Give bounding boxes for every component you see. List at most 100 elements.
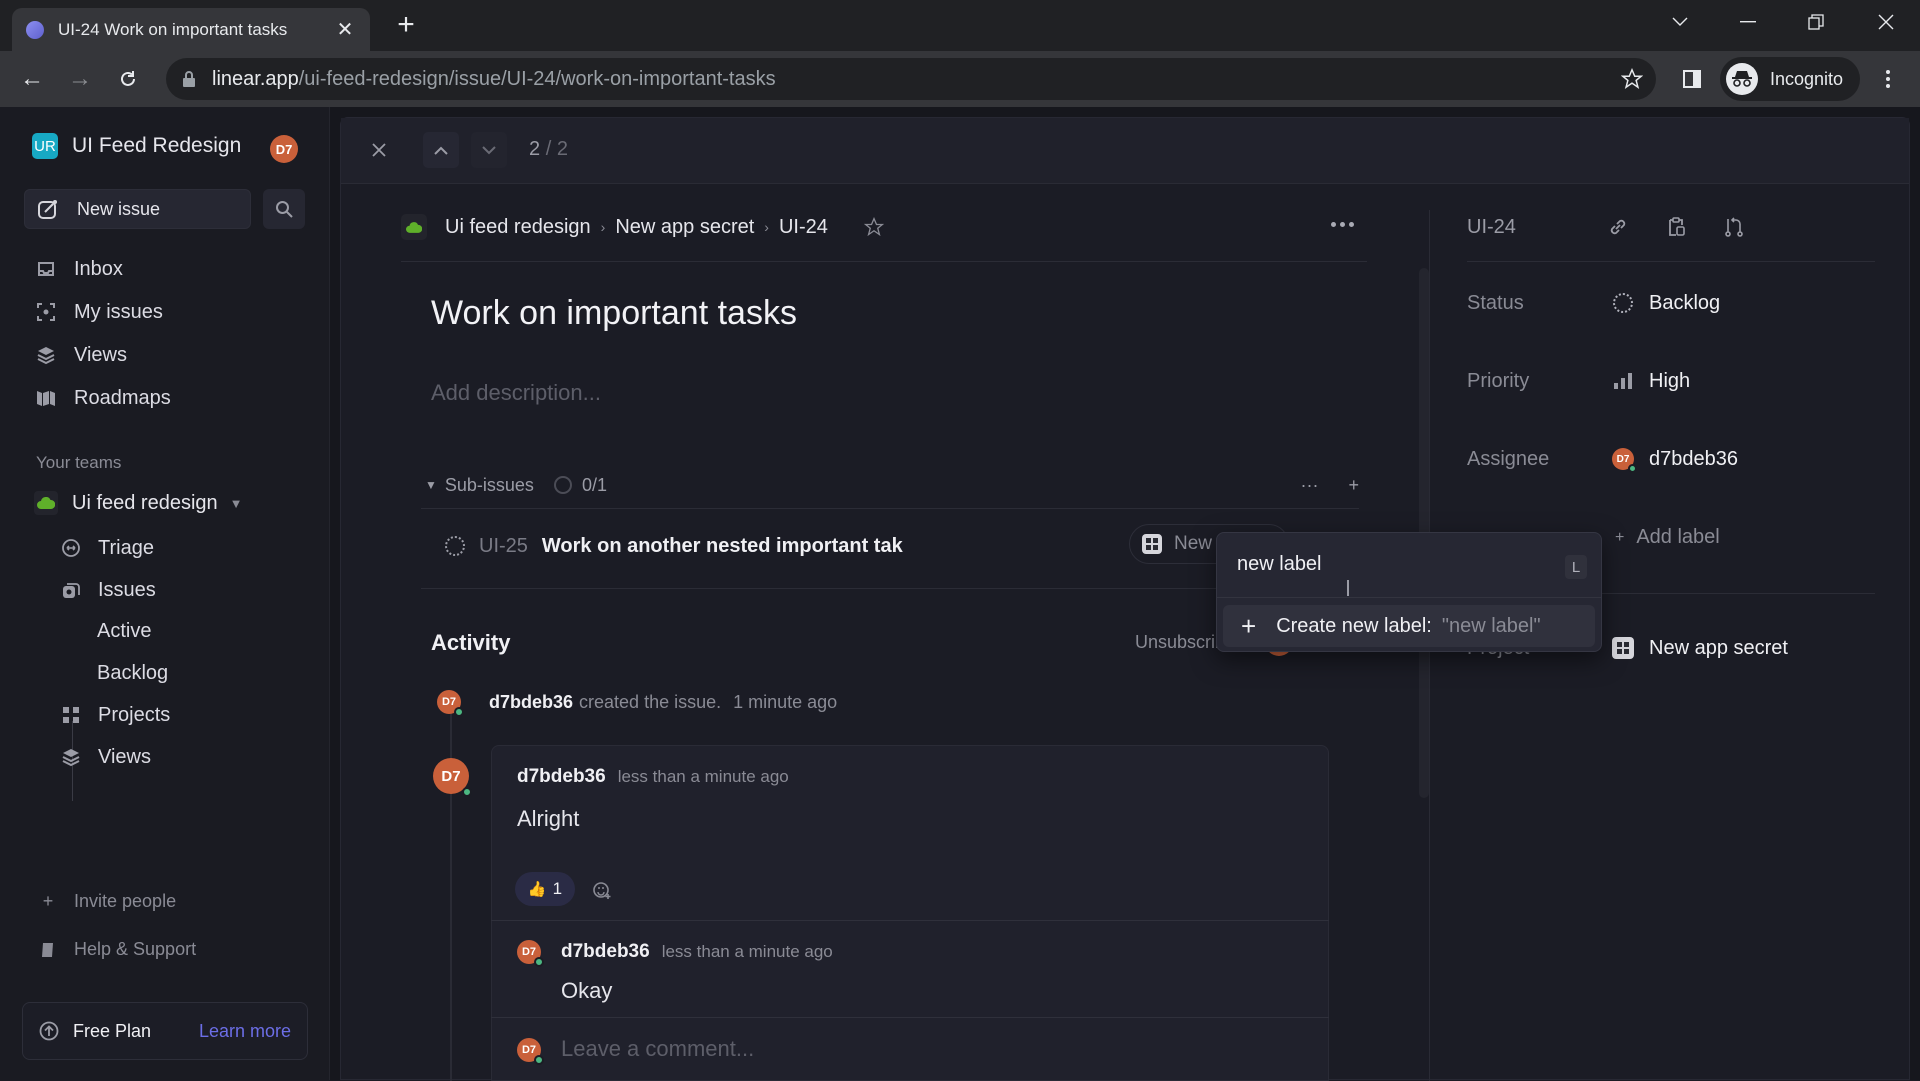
tab-search-chevron-icon[interactable] (1660, 8, 1700, 36)
add-reaction-icon[interactable] (587, 875, 617, 905)
restore-window-button[interactable] (1796, 8, 1836, 36)
close-tab-icon[interactable]: ✕ (334, 19, 356, 41)
learn-more-link[interactable]: Learn more (199, 1021, 291, 1042)
label-search-input[interactable]: new label (1237, 553, 1322, 576)
upgrade-arrow-icon (39, 1021, 59, 1041)
new-issue-button[interactable]: New issue (24, 189, 251, 229)
sidebar: UR UI Feed Redesign D7 New issue Inbox M… (0, 107, 330, 1080)
browser-toolbar: ← → linear.app/ui-feed-redesign/issue/UI… (0, 51, 1920, 107)
back-button[interactable]: ← (16, 63, 48, 95)
sidebar-item-active[interactable]: Active (97, 614, 151, 648)
status-property: Status Backlog (1467, 291, 1721, 315)
reload-button[interactable] (112, 63, 144, 95)
project-value[interactable]: New app secret (1611, 636, 1788, 660)
git-branch-icon[interactable] (1723, 216, 1745, 238)
sidebar-item-views[interactable]: Views (34, 338, 127, 372)
status-value[interactable]: Backlog (1611, 291, 1720, 315)
workspace-logo: UR (32, 133, 58, 159)
sidebar-item-team-views[interactable]: Views (60, 740, 151, 774)
sidebar-item-roadmaps[interactable]: Roadmaps (34, 381, 171, 415)
search-button[interactable] (263, 189, 305, 229)
incognito-indicator[interactable]: Incognito (1720, 57, 1860, 101)
forward-button[interactable]: → (64, 63, 96, 95)
sidebar-item-my-issues[interactable]: My issues (34, 295, 163, 329)
sub-issues-progress: 0/1 (581, 474, 607, 495)
sidebar-item-triage[interactable]: Triage (60, 531, 154, 565)
issue-id: UI-24 (1467, 216, 1516, 238)
tab-title: UI-24 Work on important tasks (58, 19, 288, 39)
browser-tab[interactable]: UI-24 Work on important tasks ✕ (12, 8, 370, 51)
lock-icon (182, 71, 196, 87)
team-cloud-icon (34, 491, 58, 515)
minimize-window-button[interactable] (1728, 8, 1768, 36)
reply-comment-input[interactable]: Leave a comment... (561, 1036, 754, 1062)
projects-icon (60, 704, 82, 726)
comment-separator (491, 920, 1329, 921)
description-editor[interactable]: Add description... (431, 380, 601, 406)
linear-app: UR UI Feed Redesign D7 New issue Inbox M… (0, 107, 1920, 1081)
user-avatar[interactable]: D7 (270, 135, 298, 163)
side-panel-icon[interactable] (1676, 63, 1708, 95)
sub-issues-header: ▼ Sub-issues 0/1 ··· + (425, 470, 1359, 500)
workspace-switcher[interactable]: UR UI Feed Redesign (32, 133, 241, 159)
copy-link-icon[interactable] (1607, 216, 1629, 238)
previous-issue-button[interactable] (423, 132, 459, 168)
views-icon (34, 343, 58, 367)
favorite-star-icon[interactable] (863, 217, 884, 237)
breadcrumb: Ui feed redesign › New app secret › UI-2… (401, 214, 884, 240)
next-issue-button[interactable] (471, 132, 507, 168)
breadcrumb-team[interactable]: Ui feed redesign (445, 216, 591, 239)
team-ui-feed-redesign[interactable]: Ui feed redesign ▼ (34, 491, 243, 515)
breadcrumb-separator: › (600, 219, 606, 235)
online-indicator (454, 707, 464, 717)
bookmark-star-icon[interactable] (1616, 63, 1648, 95)
thumbs-up-reaction[interactable]: 👍 1 (515, 872, 575, 906)
breadcrumb-project[interactable]: New app secret (615, 216, 754, 239)
linear-favicon-icon (26, 20, 44, 39)
sub-issues-more-icon[interactable]: ··· (1301, 475, 1319, 496)
text-cursor (1347, 580, 1349, 596)
new-tab-button[interactable]: + (392, 10, 420, 40)
issue-more-options-icon[interactable] (1331, 222, 1354, 227)
shortcut-hint: L (1565, 555, 1587, 579)
create-label-option[interactable]: + Create new label: "new label" (1223, 605, 1595, 647)
comment-body: Alright (517, 806, 580, 831)
sidebar-item-issues[interactable]: Issues (60, 573, 156, 607)
copy-id-icon[interactable] (1665, 216, 1687, 238)
close-issue-button[interactable] (361, 132, 397, 168)
views-icon (60, 746, 82, 768)
address-bar[interactable]: linear.app/ui-feed-redesign/issue/UI-24/… (166, 58, 1656, 100)
priority-value[interactable]: High (1611, 369, 1690, 393)
close-window-button[interactable] (1866, 8, 1906, 36)
divider (421, 508, 1359, 509)
divider (1467, 261, 1875, 262)
issue-detail-panel: 2 / 2 Ui feed redesign › New app secret … (340, 117, 1910, 1081)
breadcrumb-issue[interactable]: UI-24 (779, 216, 828, 239)
invite-people-link[interactable]: + Invite people (40, 891, 176, 912)
help-support-link[interactable]: Help & Support (40, 939, 196, 960)
activity-heading: Activity (431, 630, 511, 655)
backlog-status-icon (1611, 291, 1635, 315)
inbox-icon (34, 257, 58, 281)
issues-icon (60, 579, 82, 601)
url-text: linear.app/ui-feed-redesign/issue/UI-24/… (212, 67, 776, 90)
team-caret-down-icon: ▼ (229, 495, 243, 511)
team-cloud-icon (401, 214, 427, 240)
collapse-triangle-icon[interactable]: ▼ (425, 478, 437, 492)
incognito-icon (1726, 63, 1758, 95)
comment-thread (491, 745, 1329, 1081)
assignee-value[interactable]: D7 d7bdeb36 (1611, 447, 1738, 473)
sub-issue-title: Work on another nested important tak (541, 534, 903, 557)
issue-title[interactable]: Work on important tasks (431, 294, 797, 333)
plan-banner: Free Plan Learn more (22, 1002, 308, 1060)
thumbs-up-icon: 👍 (527, 881, 547, 898)
add-sub-issue-icon[interactable]: + (1348, 475, 1359, 496)
add-label-button[interactable]: + Add label (1615, 526, 1720, 549)
sidebar-item-backlog[interactable]: Backlog (97, 656, 168, 690)
sidebar-item-inbox[interactable]: Inbox (34, 252, 123, 286)
sidebar-item-projects[interactable]: Projects (60, 698, 170, 732)
assignee-property: Assignee D7 d7bdeb36 (1467, 442, 1738, 476)
browser-menu-icon[interactable] (1872, 63, 1904, 95)
divider (1217, 597, 1601, 598)
sub-issues-label[interactable]: Sub-issues (445, 475, 534, 496)
